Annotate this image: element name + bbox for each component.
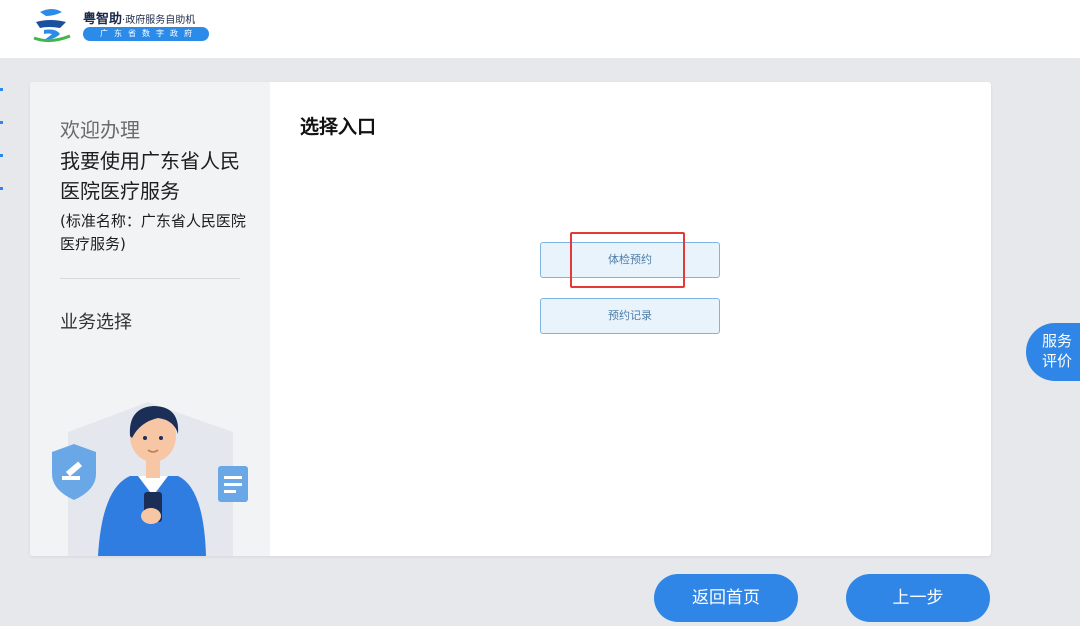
logo-title-sub: ·政府服务自助机 (122, 15, 196, 26)
logo-title: 粤智助·政府服务自助机 (83, 8, 195, 27)
right-panel: 选择入口 体检预约 预约记录 (270, 82, 991, 556)
feedback-tab-line2: 评价 (1042, 352, 1073, 370)
booking-record-button[interactable]: 预约记录 (540, 298, 720, 334)
logo-pill: 广东省数字政府 (83, 27, 209, 41)
yue-logo-icon (33, 9, 71, 43)
return-home-button[interactable]: 返回首页 (654, 574, 798, 622)
main-card: 欢迎办理 我要使用广东省人民医院医疗服务 (标准名称：广东省人民医院医疗服务) … (30, 82, 991, 556)
left-panel: 欢迎办理 我要使用广东省人民医院医疗服务 (标准名称：广东省人民医院医疗服务) … (30, 82, 270, 556)
service-name: 我要使用广东省人民医院医疗服务 (60, 149, 240, 203)
app-header: 粤智助·政府服务自助机 广东省数字政府 (0, 0, 1080, 58)
divider (60, 278, 240, 279)
feedback-tab-line1: 服务 (1042, 332, 1073, 350)
business-choice-label: 业务选择 (60, 312, 132, 333)
physical-exam-booking-button[interactable]: 体检预约 (540, 242, 720, 278)
left-edge-markers (0, 88, 4, 228)
logo-title-main: 粤智助 (83, 12, 123, 27)
page-title: 选择入口 (300, 116, 377, 138)
standard-name: (标准名称：广东省人民医院医疗服务) (60, 212, 246, 253)
service-feedback-tab[interactable]: 服务 评价 (1026, 323, 1080, 381)
previous-step-button[interactable]: 上一步 (846, 574, 990, 622)
welcome-label: 欢迎办理 (60, 118, 140, 142)
service-agent-illustration (52, 402, 248, 556)
